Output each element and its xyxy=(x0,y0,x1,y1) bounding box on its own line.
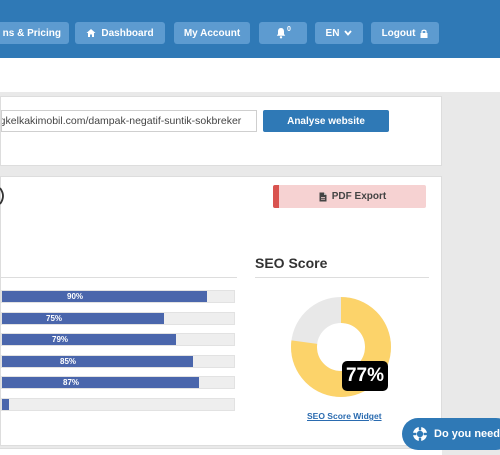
seo-score-divider xyxy=(255,277,429,278)
score-bar-fill xyxy=(2,377,199,388)
help-widget-button[interactable]: Do you need xyxy=(402,418,500,450)
bell-icon xyxy=(276,28,286,39)
seo-score-badge: 77% xyxy=(342,361,388,391)
report-title-fragment-icon xyxy=(0,187,4,205)
nav-my-account[interactable]: My Account xyxy=(174,22,250,44)
score-bar-row: 87% xyxy=(1,376,235,389)
score-bar-row: 90% xyxy=(1,290,235,303)
notification-count-badge: 0 xyxy=(287,25,291,33)
nav-plans-pricing[interactable]: ns & Pricing xyxy=(0,22,69,44)
help-widget-label: Do you need xyxy=(434,428,500,440)
website-url-input[interactable]: engkelkakimobil.com/dampak-negatif-sunti… xyxy=(1,110,257,132)
seo-score-widget-link[interactable]: SEO Score Widget xyxy=(307,411,382,421)
score-bar-row: 79% xyxy=(1,333,235,346)
score-bar-fill xyxy=(2,334,176,345)
score-bar-label: 85% xyxy=(60,357,77,366)
score-bar-fill xyxy=(2,291,207,302)
lifebuoy-icon xyxy=(412,426,428,442)
score-bar-row: 85% xyxy=(1,355,235,368)
file-icon xyxy=(319,192,327,201)
analyse-website-button[interactable]: Analyse website xyxy=(263,110,389,132)
nav-plans-label: ns & Pricing xyxy=(2,27,61,39)
score-bar-label: 75% xyxy=(46,314,63,323)
subheader-bar xyxy=(0,58,500,92)
score-bar-label: 79% xyxy=(52,335,69,344)
seo-score-title: SEO Score xyxy=(255,255,328,271)
nav-language-select[interactable]: EN xyxy=(315,22,363,44)
pdf-export-button[interactable]: PDF Export xyxy=(273,185,426,208)
score-bar-row: 75% xyxy=(1,312,235,325)
section-divider xyxy=(1,277,237,278)
report-card: PDF Export 90% 75% 79% 85% 87% SEO Score… xyxy=(0,176,442,446)
score-bar-label: 87% xyxy=(63,378,80,387)
nav-language-label: EN xyxy=(325,27,340,39)
nav-dashboard[interactable]: Dashboard xyxy=(75,22,165,44)
nav-notifications[interactable]: 0 xyxy=(259,22,307,44)
lock-icon xyxy=(420,29,428,38)
home-icon xyxy=(86,29,96,37)
score-bar-fill xyxy=(2,356,193,367)
score-bar-fill xyxy=(2,313,164,324)
nav-dashboard-label: Dashboard xyxy=(101,27,154,39)
score-bar-label: 90% xyxy=(67,292,84,301)
pdf-export-label: PDF Export xyxy=(331,191,387,202)
score-bar-row xyxy=(1,398,235,411)
nav-logout-label: Logout xyxy=(381,27,416,39)
analyse-card: engkelkakimobil.com/dampak-negatif-sunti… xyxy=(0,96,442,166)
nav-account-label: My Account xyxy=(183,27,241,39)
nav-logout[interactable]: Logout xyxy=(371,22,439,44)
chevron-down-icon xyxy=(344,30,353,36)
top-navbar: ns & Pricing Dashboard My Account 0 EN L… xyxy=(0,0,500,58)
score-bar-fill xyxy=(2,399,9,410)
